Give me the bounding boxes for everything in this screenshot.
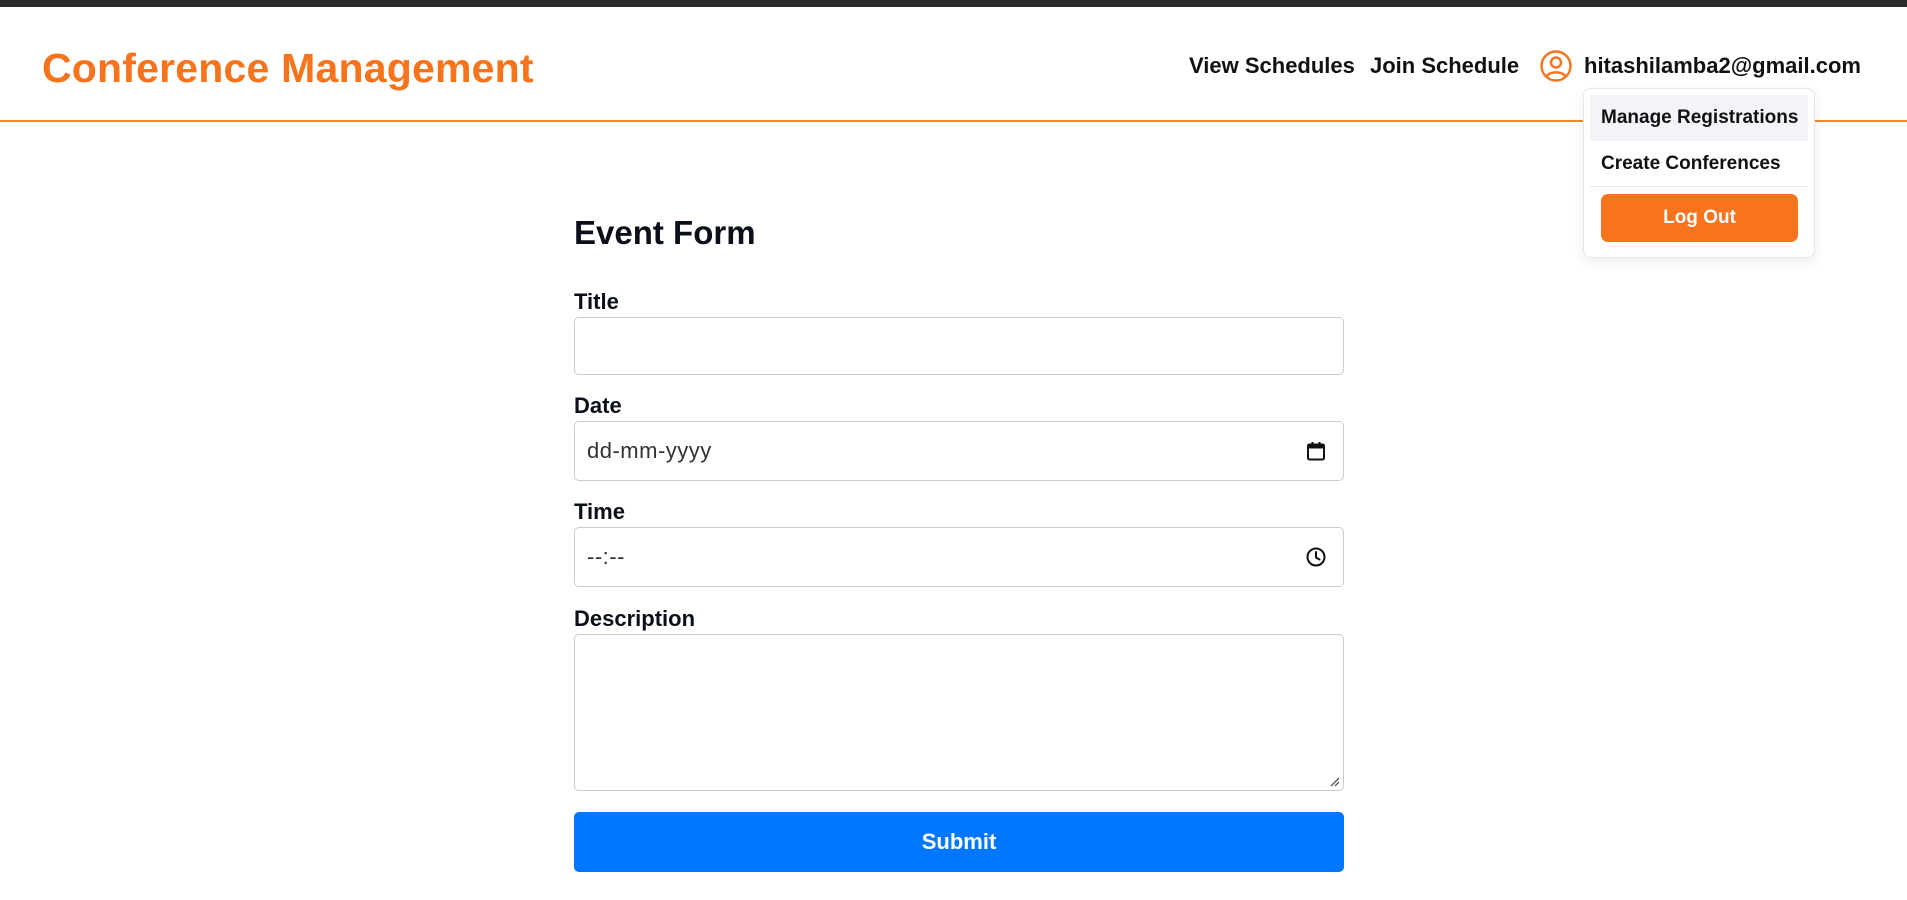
time-input[interactable]: --:--	[574, 527, 1344, 587]
title-label: Title	[574, 289, 619, 314]
form-title: Event Form	[574, 214, 756, 251]
description-textarea[interactable]	[574, 634, 1344, 791]
user-dropdown-menu: Manage Registrations Create Conferences …	[1583, 88, 1815, 258]
user-circle-icon[interactable]	[1539, 49, 1573, 83]
date-label: Date	[574, 393, 622, 418]
brand-logo-text[interactable]: Conference Management	[42, 45, 534, 92]
description-label: Description	[574, 606, 696, 631]
nav-view-schedules[interactable]: View Schedules	[1189, 53, 1355, 79]
title-input[interactable]	[574, 317, 1344, 375]
nav-join-schedule[interactable]: Join Schedule	[1370, 53, 1519, 79]
logout-button[interactable]: Log Out	[1601, 194, 1798, 242]
date-placeholder: dd-mm-yyyy	[587, 438, 712, 463]
menu-item-manage-registrations[interactable]: Manage Registrations	[1590, 95, 1808, 141]
resize-grip-icon[interactable]	[1328, 775, 1340, 787]
menu-item-create-conferences[interactable]: Create Conferences	[1590, 141, 1808, 187]
submit-button[interactable]: Submit	[574, 812, 1344, 872]
time-placeholder: --:--	[587, 544, 625, 569]
clock-icon[interactable]	[1305, 546, 1327, 568]
browser-top-strip	[0, 0, 1907, 7]
user-email[interactable]: hitashilamba2@gmail.com	[1584, 53, 1861, 79]
calendar-icon[interactable]	[1305, 440, 1327, 462]
date-input[interactable]: dd-mm-yyyy	[574, 421, 1344, 481]
time-label: Time	[574, 499, 625, 524]
